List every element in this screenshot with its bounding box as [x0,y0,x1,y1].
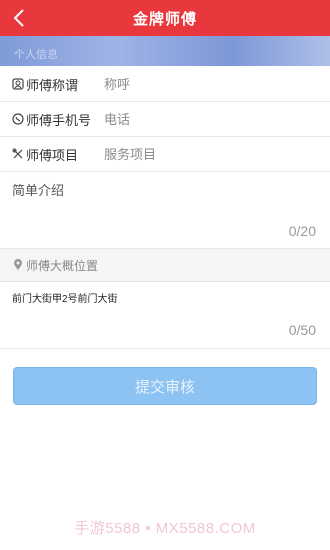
service-input[interactable] [104,146,304,162]
service-label-text: 师傅项目 [26,147,79,163]
address-textarea[interactable]: 前门大街甲2号前门大街 [12,290,312,320]
intro-textarea[interactable] [12,180,312,220]
name-input[interactable] [104,76,304,92]
page-title: 金牌师傅 [132,10,197,28]
phone-row: 师傅手机号 [0,102,330,137]
address-counter: 0/50 [288,322,316,338]
name-row: 师傅称谓 [0,67,330,102]
service-label: 师傅项目 [12,145,104,164]
address-section: 前门大街甲2号前门大街 0/50 [0,282,330,349]
name-label-text: 师傅称谓 [26,77,79,93]
phone-icon [12,113,24,125]
phone-label-text: 师傅手机号 [26,112,92,128]
section-label: 个人信息 [14,49,58,61]
submit-button[interactable]: 提交审核 [13,367,317,405]
watermark: 手游5588 • MX5588.COM [74,520,256,537]
intro-section: 0/20 [0,170,330,249]
person-icon [12,78,24,90]
service-row: 师傅项目 [0,137,330,172]
location-pin-icon [14,259,22,270]
tools-icon [12,148,23,159]
location-label: 师傅大概位置 [26,258,99,273]
phone-input[interactable] [104,111,304,127]
chevron-left-icon [13,9,24,27]
intro-counter: 0/20 [288,223,316,239]
location-bar: 师傅大概位置 [0,249,330,282]
phone-label: 师傅手机号 [12,110,104,129]
name-label: 师傅称谓 [12,75,104,94]
section-header: 个人信息 [0,36,330,66]
app-header: 金牌师傅 [0,0,330,36]
back-button[interactable] [8,6,30,30]
